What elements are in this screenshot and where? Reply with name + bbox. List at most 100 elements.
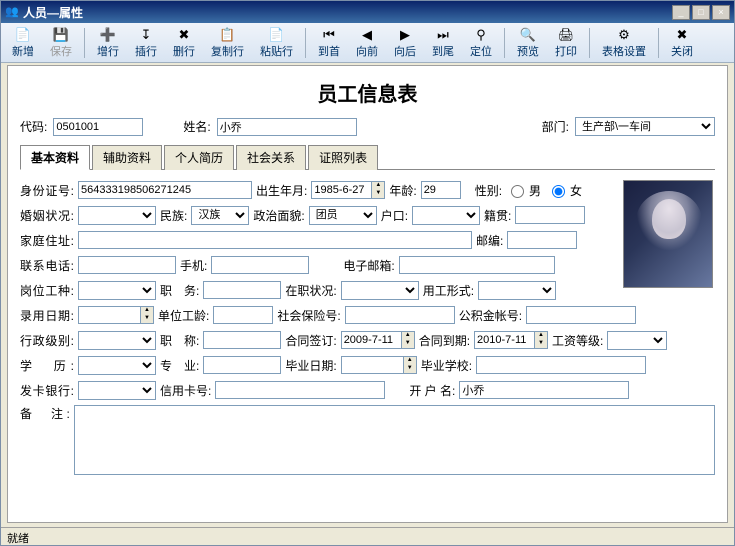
bank-select[interactable] <box>78 381 156 400</box>
toolbar-预览[interactable]: 🔍预览 <box>510 24 546 62</box>
tab-证照列表[interactable]: 证照列表 <box>308 145 378 170</box>
mobile-label: 手机: <box>180 257 207 274</box>
name-input[interactable] <box>217 118 357 136</box>
worktype-select[interactable] <box>478 281 556 300</box>
bank-label: 发卡银行: <box>20 382 74 399</box>
compage-input[interactable] <box>213 306 273 324</box>
duty-input[interactable] <box>203 281 281 299</box>
toolbar-打印[interactable]: 🖨打印 <box>548 24 584 62</box>
mobile-input[interactable] <box>211 256 309 274</box>
toolbar-label: 到尾 <box>432 43 454 59</box>
gender-female[interactable]: 女 <box>547 182 582 199</box>
toolbar-separator <box>589 28 590 58</box>
tab-辅助资料[interactable]: 辅助资料 <box>92 145 162 170</box>
tab-社会关系[interactable]: 社会关系 <box>236 145 306 170</box>
major-input[interactable] <box>203 356 281 374</box>
code-input[interactable] <box>53 118 143 136</box>
dept-label: 部门: <box>542 118 569 135</box>
toolbar-icon: ◀ <box>359 27 375 43</box>
spin-up-icon[interactable]: ▲ <box>372 182 384 190</box>
card-label: 信用卡号: <box>160 382 211 399</box>
photo[interactable] <box>623 180 713 288</box>
native-label: 籍贯: <box>484 207 511 224</box>
toolbar-插行[interactable]: ↧插行 <box>128 24 164 62</box>
toolbar-label: 预览 <box>517 43 539 59</box>
toolbar-到尾[interactable]: ⏭到尾 <box>425 24 461 62</box>
content-panel: 员工信息表 代码: 姓名: 部门: 生产部\一车间 基本资料辅助资料个人简历社会… <box>7 65 728 523</box>
toolbar-label: 打印 <box>555 43 577 59</box>
spin-down-icon[interactable]: ▼ <box>372 190 384 198</box>
tab-基本资料[interactable]: 基本资料 <box>20 145 90 170</box>
wage-label: 工资等级: <box>552 332 603 349</box>
marriage-select[interactable] <box>78 206 156 225</box>
toolbar-粘贴行[interactable]: 📄粘贴行 <box>253 24 300 62</box>
status-select[interactable] <box>341 281 419 300</box>
gender-male[interactable]: 男 <box>506 182 541 199</box>
remark-textarea[interactable] <box>74 405 715 475</box>
statusbar: 就绪 <box>1 527 734 545</box>
edu-select[interactable] <box>78 356 156 375</box>
toolbar-定位[interactable]: ⚲定位 <box>463 24 499 62</box>
gradschool-input[interactable] <box>476 356 646 374</box>
id-input[interactable] <box>78 181 252 199</box>
tab-个人简历[interactable]: 个人简历 <box>164 145 234 170</box>
zip-input[interactable] <box>507 231 577 249</box>
age-input[interactable] <box>421 181 461 199</box>
toolbar-icon: ✖ <box>176 27 192 43</box>
toolbar-向后[interactable]: ▶向后 <box>387 24 423 62</box>
toolbar-label: 向前 <box>356 43 378 59</box>
toolbar-label: 向后 <box>394 43 416 59</box>
close-button[interactable]: × <box>712 5 730 20</box>
card-input[interactable] <box>215 381 385 399</box>
job-select[interactable] <box>78 281 156 300</box>
phone-input[interactable] <box>78 256 176 274</box>
minimize-button[interactable]: _ <box>672 5 690 20</box>
toolbar-表格设置[interactable]: ⚙表格设置 <box>595 24 653 62</box>
hukou-select[interactable] <box>412 206 480 225</box>
window: 👥 人员—属性 _ □ × 📄新增💾保存➕增行↧插行✖删行📋复制行📄粘贴行⏮到首… <box>0 0 735 546</box>
toolbar-增行[interactable]: ➕增行 <box>90 24 126 62</box>
wage-select[interactable] <box>607 331 667 350</box>
toolbar-保存[interactable]: 💾保存 <box>43 24 79 62</box>
toolbar-复制行[interactable]: 📋复制行 <box>204 24 251 62</box>
toolbar-separator <box>305 28 306 58</box>
title-label: 职 称: <box>160 332 199 349</box>
nation-select[interactable]: 汉族 <box>191 206 249 225</box>
toolbar-icon: 📄 <box>15 27 31 43</box>
edu-label: 学 历: <box>20 357 74 374</box>
email-input[interactable] <box>399 256 555 274</box>
cend-label: 合同到期: <box>419 332 470 349</box>
toolbar-新增[interactable]: 📄新增 <box>5 24 41 62</box>
addr-input[interactable] <box>78 231 472 249</box>
cend-datepicker[interactable]: ▲▼ <box>474 331 548 349</box>
title-input[interactable] <box>203 331 281 349</box>
graddate-datepicker[interactable]: ▲▼ <box>341 356 417 374</box>
fund-input[interactable] <box>526 306 636 324</box>
toolbar-向前[interactable]: ◀向前 <box>349 24 385 62</box>
worktype-label: 用工形式: <box>423 282 474 299</box>
ssn-label: 社会保险号: <box>277 307 340 324</box>
dept-select[interactable]: 生产部\一车间 <box>575 117 715 136</box>
native-input[interactable] <box>515 206 585 224</box>
acct-input[interactable] <box>459 381 629 399</box>
gender-label: 性别: <box>475 182 502 199</box>
maximize-button[interactable]: □ <box>692 5 710 20</box>
toolbar-到首[interactable]: ⏮到首 <box>311 24 347 62</box>
toolbar-separator <box>504 28 505 58</box>
admin-select[interactable] <box>78 331 156 350</box>
email-label: 电子邮箱: <box>343 257 394 274</box>
toolbar-label: 粘贴行 <box>260 43 293 59</box>
major-label: 专 业: <box>160 357 199 374</box>
politics-label: 政治面貌: <box>253 207 304 224</box>
ssn-input[interactable] <box>345 306 455 324</box>
toolbar-删行[interactable]: ✖删行 <box>166 24 202 62</box>
toolbar-icon: 💾 <box>53 27 69 43</box>
hire-datepicker[interactable]: ▲▼ <box>78 306 154 324</box>
graddate-label: 毕业日期: <box>285 357 336 374</box>
politics-select[interactable]: 团员 <box>309 206 377 225</box>
toolbar-关闭[interactable]: ✖关闭 <box>664 24 700 62</box>
cstart-datepicker[interactable]: ▲▼ <box>341 331 415 349</box>
toolbar-label: 保存 <box>50 43 72 59</box>
zip-label: 邮编: <box>476 232 503 249</box>
birth-datepicker[interactable]: ▲▼ <box>311 181 385 199</box>
